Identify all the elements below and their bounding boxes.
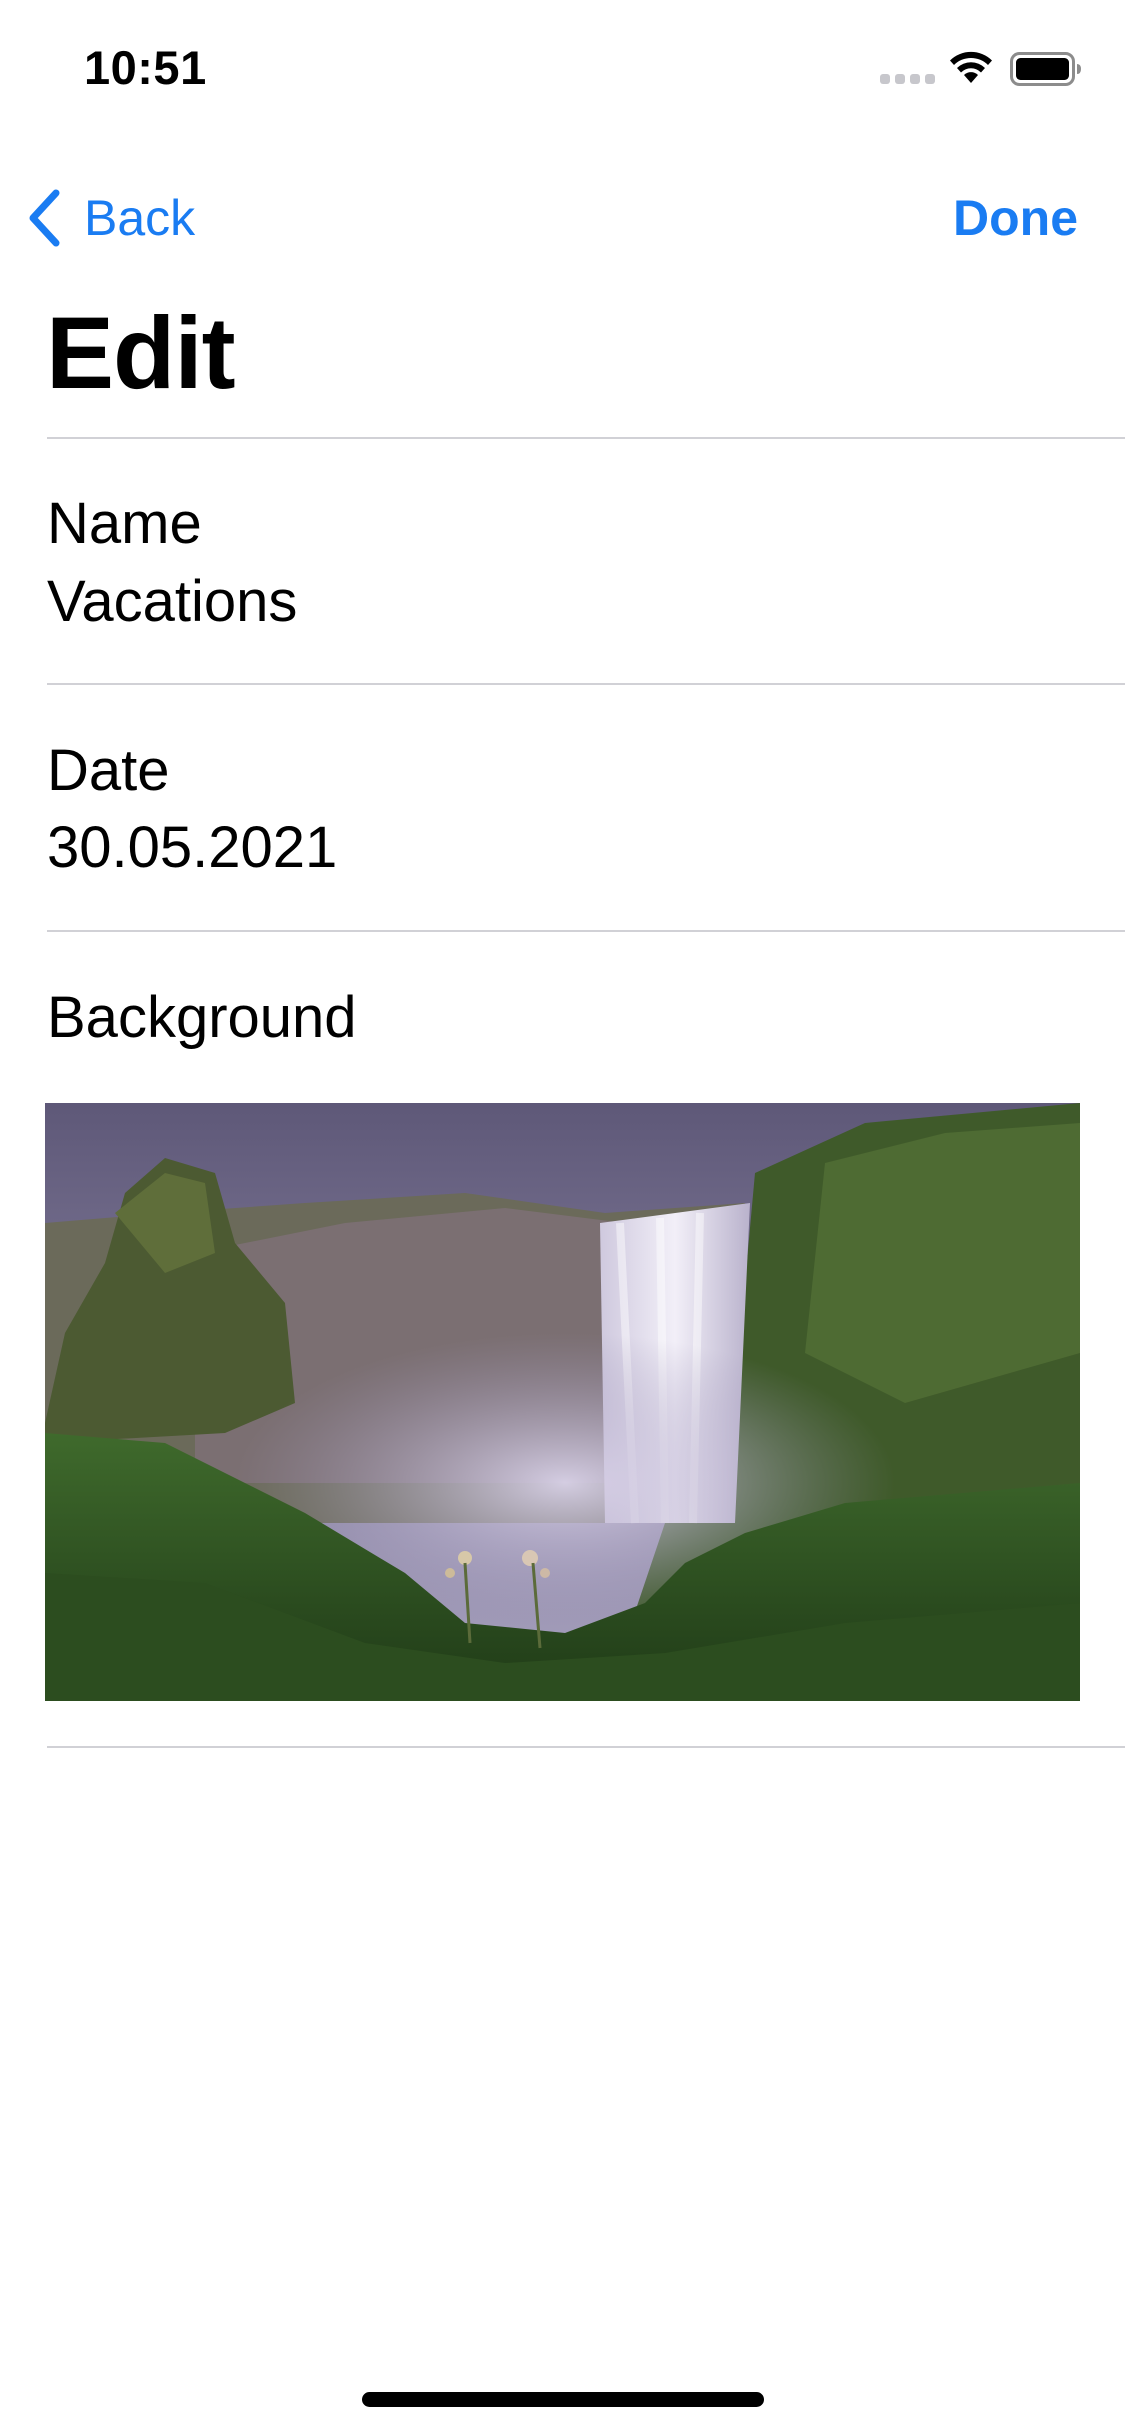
back-button-label: Back — [84, 190, 196, 246]
name-label: Name — [47, 491, 202, 556]
done-button[interactable]: Done — [953, 186, 1078, 250]
back-button[interactable]: Back — [26, 186, 195, 250]
background-image[interactable] — [45, 1103, 1080, 1701]
date-field[interactable]: 30.05.2021 — [47, 814, 337, 882]
divider — [47, 437, 1125, 439]
name-field[interactable]: Vacations — [47, 568, 297, 636]
divider — [47, 930, 1125, 932]
home-indicator[interactable] — [362, 2392, 764, 2407]
date-label: Date — [47, 738, 170, 803]
wifi-icon — [950, 51, 992, 83]
page-title: Edit — [46, 296, 236, 410]
background-label: Background — [47, 985, 357, 1050]
status-bar: 10:51 — [0, 0, 1125, 132]
divider — [47, 1746, 1125, 1748]
battery-icon — [1010, 52, 1081, 86]
divider — [47, 683, 1125, 685]
chevron-left-icon — [29, 189, 60, 247]
signal-dots-icon — [880, 74, 935, 84]
status-time: 10:51 — [84, 41, 207, 94]
